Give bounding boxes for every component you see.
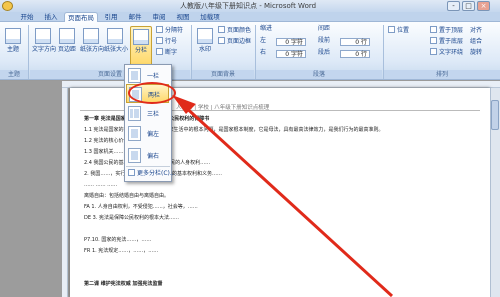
indent-left-input[interactable]: 0 字符 (276, 38, 306, 46)
text-direction-icon (35, 28, 51, 44)
align-button[interactable]: 对齐 (470, 26, 482, 36)
margins-icon (59, 28, 75, 44)
group-button[interactable]: 组合 (470, 37, 482, 47)
doc-line: FA 1. 人身自由权利，不受侵犯……，社会等，…… (84, 204, 198, 210)
breaks-button[interactable]: 分隔符 (156, 26, 183, 36)
size-button[interactable]: 纸张大小 (104, 26, 128, 66)
columns-icon (133, 29, 149, 45)
divider (28, 25, 29, 79)
more-columns-item[interactable]: 更多分栏(C)... (128, 169, 176, 179)
scrollbar-thumb[interactable] (491, 100, 499, 130)
send-back-button[interactable]: 置于底层 (430, 37, 463, 47)
indent-title: 缩进 (260, 25, 273, 32)
group-label-paragraph: 段落 (256, 70, 382, 79)
menu-divider (126, 166, 170, 167)
spacing-before-input[interactable]: 0 行 (340, 38, 370, 46)
breaks-icon (156, 26, 163, 33)
position-icon (388, 26, 395, 33)
tab-mailings[interactable]: 邮件 (124, 12, 146, 22)
tab-home[interactable]: 开始 (16, 12, 38, 22)
doc-line: FR 1. 宪法规定……，……，…… (84, 248, 159, 254)
columns-right[interactable]: 偏右 (126, 146, 169, 165)
tab-review[interactable]: 审阅 (148, 12, 170, 22)
indent-right-input[interactable]: 0 字符 (276, 50, 306, 58)
group-label-theme: 主题 (0, 70, 28, 79)
paper-size-icon (107, 28, 123, 44)
doc-line: 离婚自由：包括结婚自由与离婚自由。 (84, 193, 170, 199)
columns-three[interactable]: 三栏 (126, 104, 169, 123)
group-label-arrange: 排列 (384, 70, 500, 79)
maximize-button[interactable]: □ (462, 1, 475, 11)
right-column-icon (128, 148, 141, 163)
line-numbers-icon (156, 37, 163, 44)
vertical-ruler[interactable] (62, 88, 68, 297)
text-wrap-button[interactable]: 文字环绕 (430, 48, 463, 58)
tab-addins[interactable]: 加载项 (196, 12, 224, 22)
page-color-button[interactable]: 页面颜色 (218, 26, 251, 36)
highlight-ellipse (128, 82, 176, 104)
three-columns-icon (128, 106, 141, 121)
orientation-icon (83, 28, 99, 44)
spacing-before-label: 段前 (318, 37, 331, 44)
spacing-after-label: 段后 (318, 49, 331, 56)
close-button[interactable]: × (477, 1, 490, 11)
tab-insert[interactable]: 插入 (40, 12, 62, 22)
doc-line: DE 3. 宪法是保障公民权利的根本大法…… (84, 215, 179, 221)
more-columns-icon (128, 169, 135, 176)
page-borders-button[interactable]: 页面边框 (218, 37, 251, 47)
bring-front-button[interactable]: 置于顶层 (430, 26, 463, 36)
tab-page-layout[interactable]: 页面布局 (64, 12, 98, 22)
spacing-title: 间距 (318, 25, 331, 32)
spacing-after-input[interactable]: 0 行 (340, 50, 370, 58)
themes-button[interactable]: 主题 (2, 26, 24, 66)
line-numbers-button[interactable]: 行号 (156, 37, 177, 47)
text-direction-button[interactable]: 文字方向 (32, 26, 56, 66)
group-label-page-background: 页面背景 (192, 70, 254, 79)
columns-left[interactable]: 偏左 (126, 124, 169, 143)
rotate-button[interactable]: 旋转 (470, 48, 482, 58)
minimize-button[interactable]: - (447, 1, 460, 11)
themes-icon (5, 28, 21, 44)
left-column-icon (128, 126, 141, 141)
tab-view[interactable]: 视图 (172, 12, 194, 22)
doc-line: P7.10. 国家的宪法……，…… (84, 237, 152, 243)
text-wrap-icon (430, 48, 437, 55)
columns-button[interactable]: 分栏 (130, 26, 152, 66)
office-button[interactable] (2, 1, 13, 11)
bring-front-icon (430, 26, 437, 33)
page-borders-icon (218, 37, 225, 44)
hyphenation-button[interactable]: 断字 (156, 48, 177, 58)
margins-button[interactable]: 页边距 (56, 26, 78, 66)
orientation-button[interactable]: 纸张方向 (80, 26, 104, 66)
tab-references[interactable]: 引用 (100, 12, 122, 22)
window-title: 人教版八年级下册知识点 - Microsoft Word (180, 2, 317, 10)
indent-right-label: 右 (260, 49, 267, 56)
watermark-icon (197, 28, 213, 44)
page-color-icon (218, 26, 225, 33)
one-column-icon (128, 68, 141, 83)
watermark-button[interactable]: 水印 (194, 26, 216, 66)
doc-line: 第二课 维护宪法权威 加强宪法监督 (84, 281, 163, 287)
indent-left-label: 左 (260, 37, 267, 44)
send-back-icon (430, 37, 437, 44)
position-button[interactable]: 位置 (388, 26, 409, 36)
hyphenation-icon (156, 48, 163, 55)
